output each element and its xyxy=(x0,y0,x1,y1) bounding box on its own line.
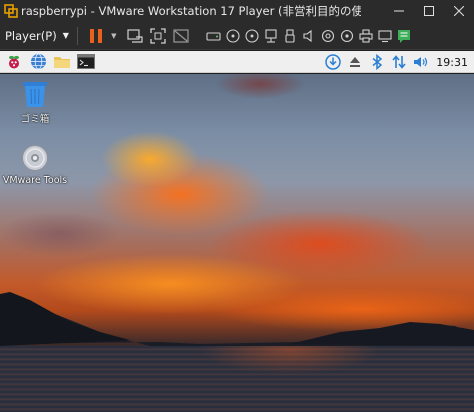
terminal-button[interactable] xyxy=(76,52,96,72)
cd-dvd-icon[interactable] xyxy=(224,26,241,46)
camera-icon[interactable] xyxy=(319,26,336,46)
minimize-button[interactable] xyxy=(384,0,414,22)
desktop-wallpaper[interactable]: ゴミ箱 VMware Tools xyxy=(0,74,474,412)
window-titlebar[interactable]: raspberrypi - VMware Workstation 17 Play… xyxy=(0,0,474,22)
pause-icon xyxy=(89,28,102,43)
ctrl-alt-del-icon xyxy=(127,28,143,43)
close-icon xyxy=(454,6,464,16)
cd-dvd-2-icon[interactable] xyxy=(243,26,260,46)
vmware-logo-icon xyxy=(3,3,19,19)
globe-icon xyxy=(30,53,46,70)
chevron-down-icon: ▼ xyxy=(62,31,69,40)
bluetooth-settings-icon[interactable] xyxy=(338,26,355,46)
trash-icon xyxy=(23,82,47,107)
close-button[interactable] xyxy=(444,0,474,22)
pause-dropdown[interactable]: ▼ xyxy=(109,26,119,46)
volume-icon[interactable] xyxy=(412,52,430,72)
raspberry-logo-icon xyxy=(9,55,19,68)
guest-taskbar: 19:31 xyxy=(0,51,474,73)
player-menu-label: Player(P) xyxy=(5,28,57,43)
fullscreen-icon xyxy=(150,27,166,44)
chevron-down-icon: ▼ xyxy=(111,31,117,40)
network-arrows-icon[interactable] xyxy=(390,52,408,72)
player-menu[interactable]: Player(P) ▼ xyxy=(5,29,69,43)
eject-icon[interactable] xyxy=(346,52,364,72)
desktop-icon-trash[interactable]: ゴミ箱 xyxy=(0,80,70,125)
file-manager-button[interactable] xyxy=(52,52,72,72)
unity-icon xyxy=(173,28,189,43)
desktop-icon-label: VMware Tools xyxy=(2,175,68,186)
clock[interactable]: 19:31 xyxy=(436,56,468,69)
water-reflection xyxy=(180,346,400,412)
unity-button[interactable] xyxy=(171,26,191,46)
sound-card-icon[interactable] xyxy=(300,26,317,46)
system-tray: 19:31 xyxy=(324,51,474,73)
desktop-icon-vmware-tools[interactable]: VMware Tools xyxy=(0,144,70,186)
desktop-icon-label: ゴミ箱 xyxy=(20,114,50,125)
folder-icon xyxy=(54,57,70,68)
message-log-icon[interactable] xyxy=(395,26,412,46)
send-ctrl-alt-del-button[interactable] xyxy=(125,26,145,46)
vmware-toolbar: Player(P) ▼ ▼ xyxy=(0,22,474,50)
cd-disc-icon xyxy=(22,145,48,171)
display-icon[interactable] xyxy=(376,26,393,46)
terminal-icon xyxy=(77,54,95,69)
fullscreen-button[interactable] xyxy=(148,26,168,46)
web-browser-button[interactable] xyxy=(28,52,48,72)
pause-button[interactable] xyxy=(86,26,106,46)
window-title: raspberrypi - VMware Workstation 17 Play… xyxy=(21,4,361,18)
toolbar-divider xyxy=(76,26,78,45)
download-updates-icon[interactable] xyxy=(324,52,342,72)
usb-device-icon[interactable] xyxy=(281,26,298,46)
raspberry-menu-button[interactable] xyxy=(4,52,24,72)
network-adapter-icon[interactable] xyxy=(262,26,279,46)
hard-disk-icon[interactable] xyxy=(205,26,222,46)
maximize-icon xyxy=(424,6,434,16)
printer-icon[interactable] xyxy=(357,26,374,46)
bluetooth-icon[interactable] xyxy=(368,52,386,72)
minimize-icon xyxy=(394,10,404,12)
device-status-bar xyxy=(205,26,414,46)
maximize-button[interactable] xyxy=(414,0,444,22)
